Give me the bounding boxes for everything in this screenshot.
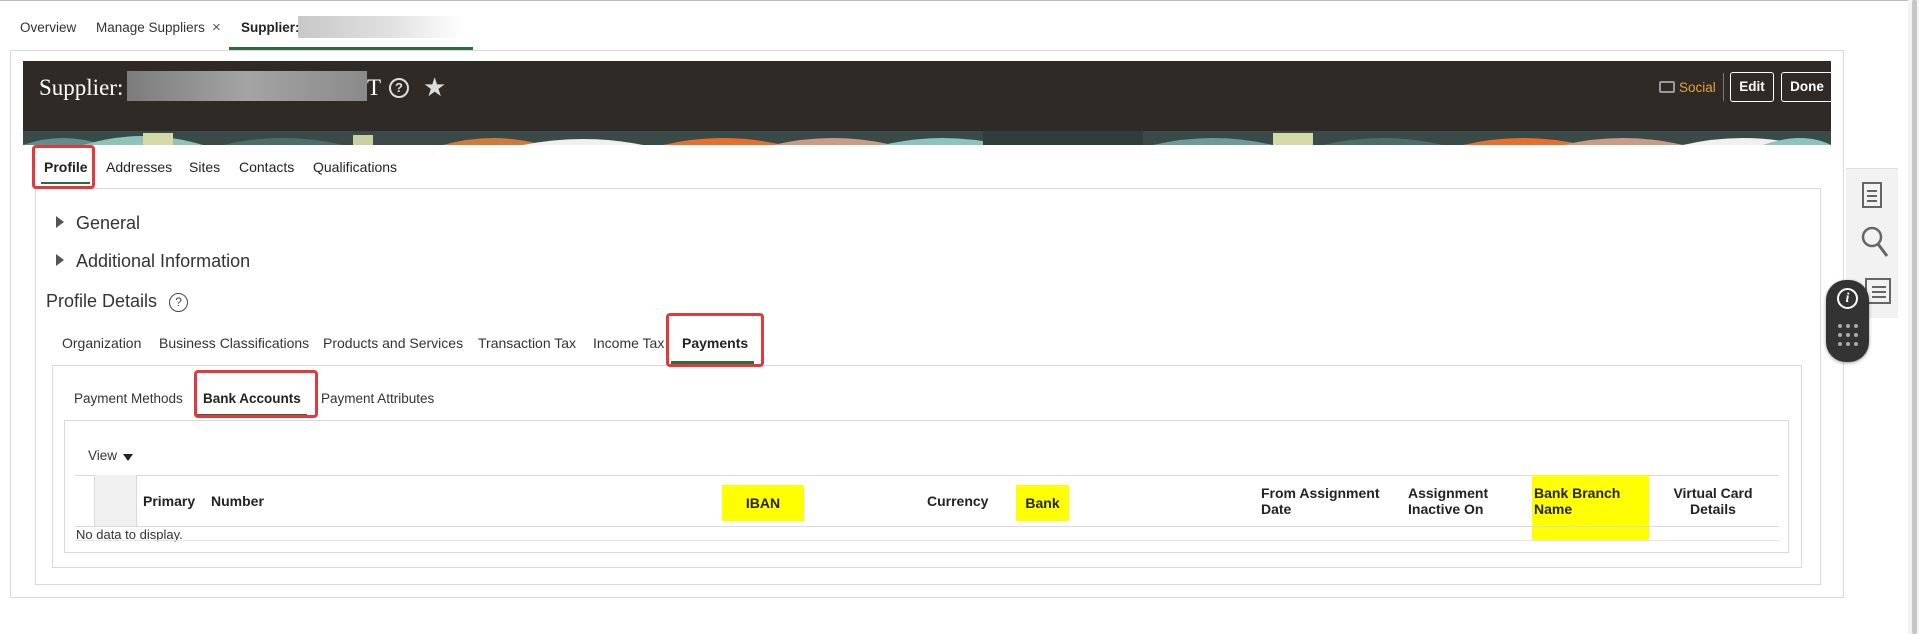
additional-info-disclosure[interactable]: Additional Information [56,251,250,272]
highlight-profile-tab [32,145,95,189]
page-tabs: Overview Manage Suppliers × Supplier: [0,14,1919,50]
supplier-header-banner: Supplier: T ? ★ Social Edit Done [23,61,1831,145]
redacted-supplier-name [298,16,464,38]
row-selector-column [94,475,137,527]
banner-decoration [23,131,1831,145]
col-iban[interactable]: IBAN [722,485,804,521]
col-primary[interactable]: Primary [143,493,195,509]
tab-transaction-tax[interactable]: Transaction Tax [478,335,576,351]
col-from-line1: From Assignment [1261,485,1380,501]
edit-button[interactable]: Edit [1730,72,1774,102]
header-divider [1723,73,1724,101]
redacted-supplier-name [127,71,367,101]
tab-products-and-services[interactable]: Products and Services [323,335,463,351]
general-label: General [76,213,141,233]
table-header-top [75,475,1779,476]
tab-income-tax[interactable]: Income Tax [593,335,664,351]
table-body-bottom [75,540,1779,541]
col-assignment-inactive-on[interactable]: Assignment Inactive On [1408,485,1488,517]
highlight-bank-accounts-tab [194,370,318,418]
document-icon[interactable] [1861,181,1883,209]
tab-contacts[interactable]: Contacts [239,159,294,175]
col-virtual-card-details[interactable]: Virtual Card Details [1663,485,1763,517]
help-icon[interactable]: ? [169,293,189,312]
grip-dots-icon[interactable] [1838,324,1858,348]
col-from-line2: Date [1261,501,1292,517]
scrollbar-thumb[interactable] [1912,0,1917,634]
general-disclosure[interactable]: General [56,213,140,234]
col-inactive-line1: Assignment [1408,485,1489,501]
tab-manage-suppliers[interactable]: Manage Suppliers [96,20,205,35]
section-title: Profile Details [46,291,158,311]
col-bank[interactable]: Bank [1016,485,1069,521]
col-branch-line2: Name [1534,501,1573,517]
tab-payment-attributes[interactable]: Payment Attributes [321,391,434,406]
expand-triangle-icon [56,216,64,228]
additional-info-label: Additional Information [76,251,251,271]
table-header-bottom [75,526,1779,527]
info-icon[interactable]: i [1837,288,1858,309]
col-virtual-line2: Details [1690,501,1736,517]
tab-overview[interactable]: Overview [20,20,76,35]
highlight-payments-tab [666,313,764,367]
bank-accounts-table-frame [64,420,1789,553]
view-menu[interactable]: View [88,448,134,463]
social-label: Social [1679,80,1716,95]
tab-payment-methods[interactable]: Payment Methods [74,391,183,406]
col-inactive-line2: Inactive On [1408,501,1484,517]
page-title-suffix: T [367,75,382,100]
close-tab-icon[interactable]: × [212,19,221,36]
tab-sites[interactable]: Sites [189,159,220,175]
tab-organization[interactable]: Organization [62,335,141,351]
top-border [0,0,1919,1]
tab-supplier[interactable]: Supplier: [241,20,300,35]
info-widget[interactable]: i [1826,280,1869,362]
page-title: Supplier: [39,75,124,100]
caret-down-icon [123,454,134,461]
tab-qualifications[interactable]: Qualifications [313,159,397,175]
favorite-star-icon[interactable]: ★ [423,72,446,103]
social-icon [1659,81,1675,93]
col-currency[interactable]: Currency [927,493,988,509]
view-label: View [88,448,118,463]
tab-addresses[interactable]: Addresses [106,159,172,175]
col-bank-branch-name[interactable]: Bank Branch Name [1532,475,1649,540]
col-number[interactable]: Number [211,493,264,509]
help-icon[interactable]: ? [389,78,409,98]
profile-details-header: Profile Details? [46,291,189,312]
col-virtual-line1: Virtual Card [1673,485,1753,501]
col-branch-line1: Bank Branch [1534,485,1621,501]
tab-business-classifications[interactable]: Business Classifications [159,335,309,351]
col-from-assignment-date[interactable]: From Assignment Date [1261,485,1380,517]
social-link[interactable]: Social [1659,80,1716,95]
search-icon[interactable] [1860,225,1890,259]
expand-triangle-icon [56,254,64,266]
done-button[interactable]: Done [1781,72,1831,102]
